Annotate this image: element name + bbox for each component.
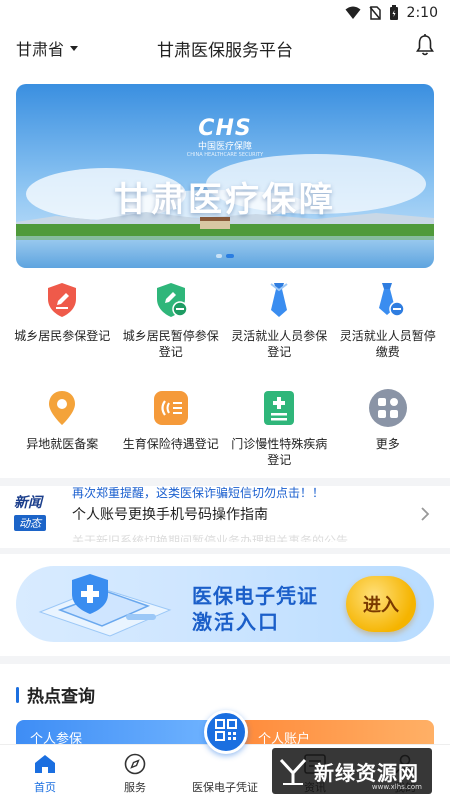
status-bar: 2:10 [0, 0, 450, 26]
shield-minus-icon [151, 280, 191, 320]
enter-button[interactable]: 进入 [346, 576, 416, 632]
tab-services[interactable]: 服务 [90, 745, 180, 800]
ecard-subtitle: 激活入口 [192, 610, 280, 634]
ecard-activation-banner[interactable]: 医保电子凭证 激活入口 进入 [16, 566, 434, 642]
chevron-right-icon[interactable] [420, 506, 430, 526]
carousel-dot[interactable] [216, 254, 222, 258]
hot-query-header: 热点查询 [16, 682, 95, 707]
service-remote-medical-filing[interactable]: 异地就医备案 [8, 388, 117, 488]
service-maternity-register[interactable]: 生育保险待遇登记 [117, 388, 226, 488]
maternity-icon [151, 388, 191, 428]
service-chronic-disease-register[interactable]: 门诊慢性特殊疾病登记 [225, 388, 334, 488]
battery-icon [389, 5, 399, 21]
phone-shield-illustration [30, 570, 180, 642]
more-apps-icon [368, 388, 408, 428]
tab-home[interactable]: 首页 [0, 745, 90, 800]
news-item-current[interactable]: 个人账号更换手机号码操作指南 [72, 504, 412, 524]
province-selector[interactable]: 甘肃省 [16, 36, 79, 60]
location-pin-icon [42, 388, 82, 428]
banner-title: 甘肃医疗保障 [114, 180, 336, 220]
tie-minus-icon [368, 280, 408, 320]
news-item-next[interactable]: 关于新旧系统切换期间暂停业务办理相关事务的公告 [72, 532, 412, 542]
qr-code-icon [215, 719, 237, 745]
watermark-logo: 新绿资源网 www.xlhs.com [272, 748, 432, 794]
section-accent-bar [16, 686, 19, 703]
news-badge: 新闻 动态 [14, 492, 62, 534]
news-ticker[interactable]: 新闻 动态 再次郑重提醒，这类医保诈骗短信切勿点击！！ 个人账号更换手机号码操作… [0, 486, 450, 542]
service-flexible-suspend[interactable]: 灵活就业人员暂停缴费 [334, 280, 443, 380]
service-resident-suspend[interactable]: 城乡居民暂停参保登记 [117, 280, 226, 380]
caret-down-icon [70, 45, 79, 51]
no-sim-icon [368, 6, 381, 20]
compass-icon [124, 751, 146, 777]
tie-icon [259, 280, 299, 320]
service-flexible-enroll[interactable]: 灵活就业人员参保登记 [225, 280, 334, 380]
service-resident-enroll[interactable]: 城乡居民参保登记 [8, 280, 117, 380]
chs-logo: CHS 中国医疗保障 CHINA HEALTHCARE SECURITY [186, 116, 264, 158]
status-time: 2:10 [406, 5, 438, 21]
top-bar: 甘肃省 甘肃医保服务平台 [0, 26, 450, 70]
service-more[interactable]: 更多 [334, 388, 443, 488]
bell-icon[interactable] [416, 34, 434, 60]
service-grid: 城乡居民参保登记 城乡居民暂停参保登记 灵活就业人员参保登记 灵活就业人员暂停缴… [8, 280, 442, 488]
qr-code-button[interactable] [204, 710, 248, 754]
news-item-prev[interactable]: 再次郑重提醒，这类医保诈骗短信切勿点击！！ [72, 486, 412, 500]
hot-query-title: 热点查询 [27, 687, 95, 707]
clipboard-icon [259, 388, 299, 428]
carousel-indicator [16, 254, 434, 258]
province-label: 甘肃省 [16, 40, 65, 59]
shield-pen-icon [42, 280, 82, 320]
carousel-dot-active[interactable] [226, 254, 234, 258]
home-icon [34, 751, 56, 777]
watermark-mark-icon [279, 758, 307, 785]
section-divider [0, 548, 450, 554]
section-divider [0, 478, 450, 486]
ecard-title: 医保电子凭证 [192, 584, 318, 608]
wifi-icon [345, 6, 361, 20]
section-divider [0, 656, 450, 664]
banner-carousel[interactable]: CHS 中国医疗保障 CHINA HEALTHCARE SECURITY 甘肃医… [16, 84, 434, 268]
